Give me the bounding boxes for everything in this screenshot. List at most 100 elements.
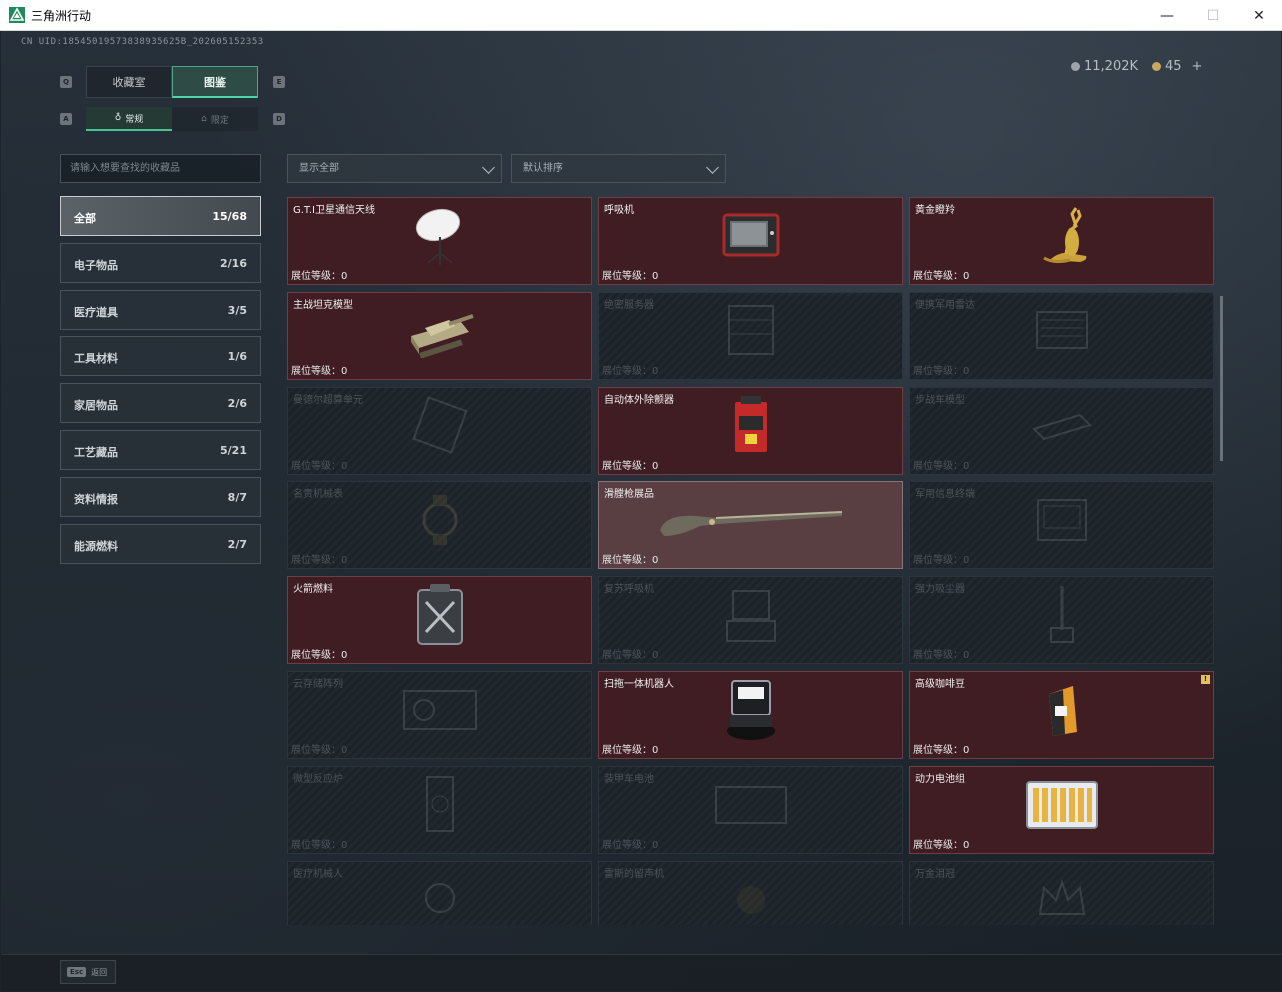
maximize-button[interactable]: ☐ [1190, 0, 1236, 31]
card-display-level: 展位等级：0 [602, 555, 659, 567]
collection-card[interactable]: 主战坦克模型 展位等级：0 [287, 291, 592, 380]
collection-card[interactable]: 自动体外除颤器 展位等级：0 [598, 386, 903, 475]
category-label: 工艺藏品 [74, 446, 118, 459]
vacuum-icon [1047, 582, 1077, 652]
collection-card[interactable]: 曼德尔超算单元 展位等级：0 [287, 386, 592, 475]
collection-card[interactable]: 滑膛枪展品 展位等级：0 [598, 481, 903, 570]
token-icon [1152, 62, 1161, 71]
collection-grid: G.T.I卫星通信天线 展位等级：0 呼吸机 展位等级：0 黄金瞪羚 展位等级：0 主战坦克… [287, 197, 1217, 925]
key-hint-q: Q [60, 76, 72, 88]
filter-dropdown-value: 显示全部 [299, 163, 339, 174]
card-title: G.T.I卫星通信天线 [293, 205, 375, 216]
grid-scrollbar[interactable] [1220, 296, 1223, 461]
esc-key-hint: Esc [67, 967, 87, 977]
back-button[interactable]: Esc 返回 [60, 960, 116, 984]
category-item[interactable]: 能源燃料 2/7 [60, 523, 261, 564]
regular-icon: ♁ [114, 113, 122, 123]
card-display-level: 展位等级：0 [602, 271, 659, 282]
collection-card[interactable]: 绝密服务器 展位等级：0 [598, 291, 903, 380]
card-display-level: 展位等级：0 [602, 745, 659, 756]
respirator-icon [723, 585, 779, 649]
phonograph-icon [731, 874, 771, 925]
collection-card[interactable]: 步战车模型 展位等级：0 [909, 386, 1214, 475]
category-count: 2/7 [227, 537, 247, 551]
card-title: 自动体外除颤器 [604, 394, 674, 406]
back-label: 返回 [91, 967, 108, 977]
collection-card[interactable]: G.T.I卫星通信天线 展位等级：0 [287, 197, 592, 285]
robot-mop-icon [724, 677, 778, 747]
ifv-model-icon [1030, 403, 1094, 451]
collection-card[interactable]: 军用信息终端 展位等级：0 [909, 481, 1214, 570]
game-viewport: CN UID:18545019573838935625B_20260515235… [1, 31, 1281, 991]
category-item[interactable]: 工具材料 1/6 [60, 336, 261, 377]
card-title: 云存储阵列 [293, 679, 343, 690]
golden-gazelle-icon [1030, 204, 1094, 272]
defibrillator-icon [731, 394, 771, 460]
add-currency-button[interactable]: + [1192, 59, 1203, 74]
collection-card[interactable]: 黄金瞪羚 展位等级：0 [909, 197, 1214, 285]
subtab-limited[interactable]: ⌂ 限定 [172, 107, 258, 131]
minimize-button[interactable]: — [1144, 0, 1190, 31]
category-item[interactable]: 工艺藏品 5/21 [60, 430, 261, 470]
collection-card[interactable]: 雷斯的留声机 [598, 860, 903, 925]
collection-card[interactable]: 装甲车电池 展位等级：0 [598, 765, 903, 854]
card-title: 动力电池组 [915, 773, 965, 785]
collection-card[interactable]: 名贵机械表 展位等级：0 [287, 481, 592, 570]
category-count: 3/5 [227, 303, 247, 317]
currency-tokens-value: 45 [1165, 59, 1182, 74]
card-title: 雷斯的留声机 [604, 868, 664, 880]
category-item[interactable]: 医疗道具 3/5 [60, 289, 261, 330]
category-label: 工具材料 [74, 352, 118, 366]
close-button[interactable]: ✕ [1236, 0, 1282, 31]
bottom-bar [1, 954, 1281, 991]
card-display-level: 展位等级：0 [602, 650, 659, 662]
category-count: 8/7 [227, 490, 247, 504]
collection-card[interactable]: 复苏呼吸机 展位等级：0 [598, 576, 903, 665]
collection-card[interactable]: 强力吸尘器展位等级：0 [909, 576, 1214, 665]
collection-card[interactable]: 动力电池组 展位等级：0 [909, 765, 1214, 854]
card-display-level: 展位等级：0 [602, 460, 659, 472]
card-title: 绝密服务器 [604, 299, 654, 311]
app-logo-icon [9, 7, 25, 23]
category-item[interactable]: 全部 15/68 [60, 196, 261, 236]
collection-card[interactable]: 高级咖啡豆 展位等级：0! [909, 671, 1214, 759]
key-hint-e: E [273, 76, 285, 88]
battery-pack-icon [1023, 776, 1101, 836]
card-title: 军用信息终端 [915, 489, 975, 501]
tab-codex[interactable]: 图鉴 [172, 66, 258, 98]
limited-icon: ⌂ [201, 114, 207, 124]
collection-card[interactable]: 医疗机械人 [287, 860, 592, 925]
card-display-level: 展位等级：0 [291, 460, 348, 472]
card-title: 医疗机械人 [293, 868, 343, 880]
sort-dropdown[interactable]: 默认排序 [511, 154, 726, 183]
coffee-beans-icon [1043, 682, 1081, 742]
watch-icon [417, 493, 463, 551]
tab-collection-room[interactable]: 收藏室 [86, 66, 172, 98]
musket-icon [656, 500, 846, 544]
category-count: 2/16 [220, 256, 247, 270]
category-label: 电子物品 [74, 258, 118, 272]
category-item[interactable]: 电子物品 2/16 [60, 242, 261, 283]
subtab-regular[interactable]: ♁ 常规 [86, 107, 172, 131]
category-item[interactable]: 资料情报 8/7 [60, 476, 261, 517]
collection-card[interactable]: 呼吸机 展位等级：0 [598, 197, 903, 285]
category-count: 1/6 [227, 350, 247, 364]
collection-card[interactable]: 火箭燃料 展位等级：0 [287, 576, 592, 665]
collection-card[interactable]: 云存储阵列 展位等级：0 [287, 671, 592, 759]
card-title: 强力吸尘器 [915, 584, 965, 596]
sort-dropdown-value: 默认排序 [523, 163, 563, 174]
filter-dropdown[interactable]: 显示全部 [287, 154, 502, 183]
collection-card[interactable]: 微型反应炉 展位等级：0 [287, 765, 592, 854]
subtab-limited-label: 限定 [210, 115, 229, 126]
card-display-level: 展位等级：0 [913, 650, 970, 662]
card-display-level: 展位等级：0 [291, 839, 348, 851]
collection-card[interactable]: 万金泪冠 [909, 860, 1214, 925]
window-title: 三角洲行动 [31, 9, 92, 23]
collection-card[interactable]: 扫拖一体机器人 展位等级：0 [598, 671, 903, 759]
collection-card[interactable]: 便携军用雷达 展位等级：0 [909, 291, 1214, 380]
category-item[interactable]: 家居物品 2/6 [60, 383, 261, 424]
card-title: 便携军用雷达 [915, 299, 975, 311]
alert-badge-icon: ! [1201, 675, 1210, 684]
search-input[interactable]: 请输入想要查找的收藏品 [60, 154, 261, 183]
reactor-icon [415, 771, 465, 841]
